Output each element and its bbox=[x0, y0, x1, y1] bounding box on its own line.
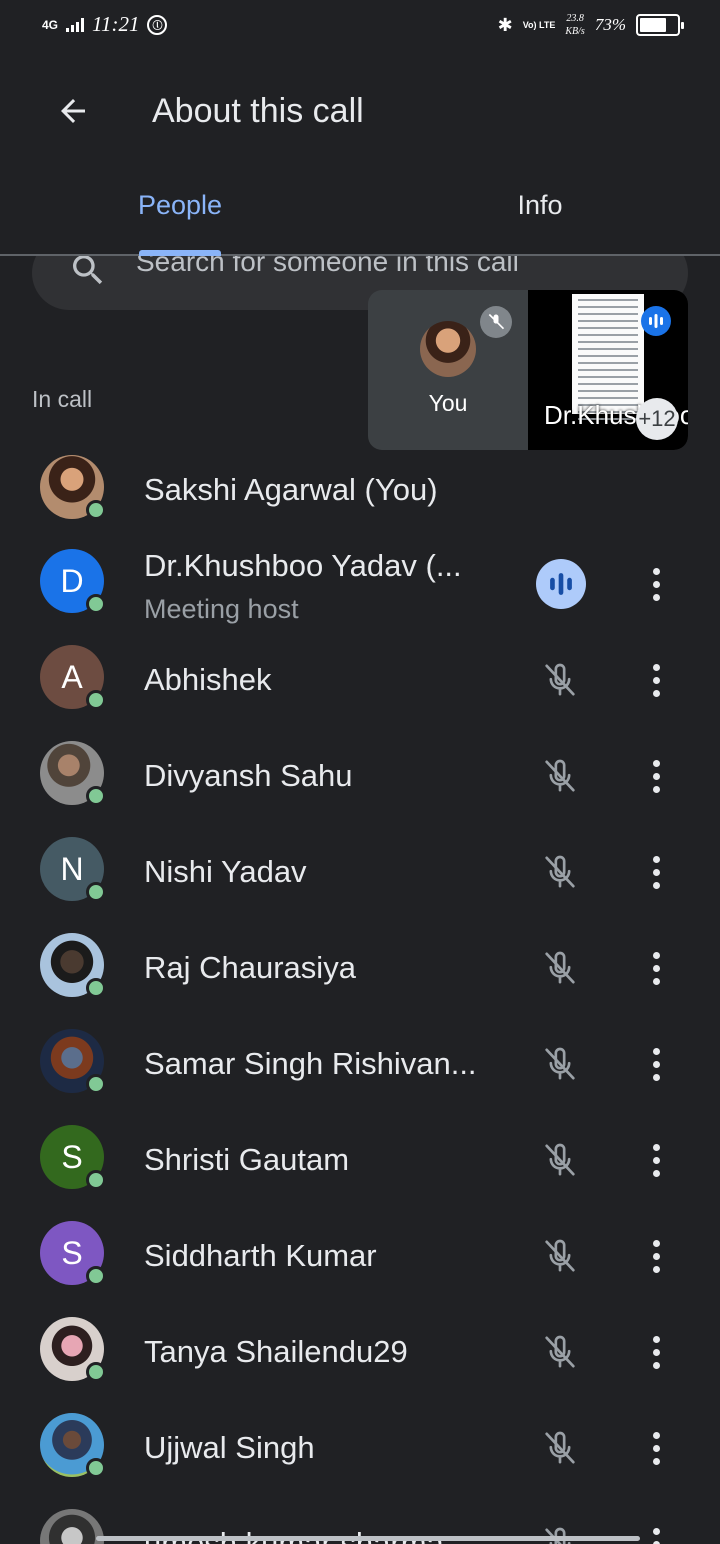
self-label: You bbox=[428, 390, 468, 416]
network-speed-unit: KB/s bbox=[565, 26, 585, 37]
self-avatar bbox=[420, 321, 476, 377]
participant-name: umesh kumar sharma bbox=[144, 1526, 444, 1544]
shared-screen-thumbnail bbox=[572, 294, 644, 420]
participant-name: Divyansh Sahu bbox=[144, 758, 353, 793]
online-status-dot bbox=[86, 1362, 106, 1382]
online-status-dot bbox=[86, 786, 106, 806]
more-options-icon[interactable] bbox=[640, 754, 672, 798]
online-status-dot bbox=[86, 882, 106, 902]
online-status-dot bbox=[86, 1266, 106, 1286]
online-status-dot bbox=[86, 1458, 106, 1478]
self-tile[interactable]: You bbox=[368, 290, 528, 450]
notification-icon: ⓛ bbox=[147, 14, 168, 35]
gesture-nav-bar[interactable] bbox=[96, 1536, 640, 1541]
online-status-dot bbox=[86, 978, 106, 998]
participant-name: Dr.Khushboo Yadav (... bbox=[144, 548, 462, 583]
participant-row[interactable]: Ujjwal Singh bbox=[0, 1400, 720, 1496]
volte-indicator: Vo) LTE bbox=[522, 19, 556, 30]
online-status-dot bbox=[86, 690, 106, 710]
signal-icon bbox=[66, 17, 85, 32]
avatar bbox=[40, 1509, 104, 1544]
online-status-dot bbox=[86, 1074, 106, 1094]
page-title: About this call bbox=[152, 92, 364, 130]
speaking-icon bbox=[536, 559, 586, 609]
participant-name: Raj Chaurasiya bbox=[144, 950, 356, 985]
section-label-in-call: In call bbox=[32, 386, 93, 412]
online-status-dot bbox=[86, 594, 106, 614]
back-button[interactable] bbox=[50, 88, 96, 134]
participant-name: Shristi Gautam bbox=[144, 1142, 350, 1177]
participant-name: Samar Singh Rishivan... bbox=[144, 1046, 477, 1081]
mic-off-icon[interactable] bbox=[538, 1426, 582, 1470]
participant-row[interactable]: Sakshi Agarwal (You) bbox=[0, 442, 720, 538]
mic-off-icon[interactable] bbox=[538, 658, 582, 702]
mic-off-icon[interactable] bbox=[538, 1234, 582, 1278]
participant-row[interactable]: S Shristi Gautam bbox=[0, 1112, 720, 1208]
participant-row[interactable]: Raj Chaurasiya bbox=[0, 920, 720, 1016]
arrow-back-icon bbox=[61, 99, 85, 123]
participant-name: Tanya Shailendu29 bbox=[144, 1334, 408, 1369]
more-options-icon[interactable] bbox=[640, 946, 672, 990]
participant-name: Abhishek bbox=[144, 662, 272, 697]
participant-name: Ujjwal Singh bbox=[144, 1430, 315, 1465]
more-participants-badge: +12 bbox=[636, 398, 678, 440]
battery-icon bbox=[636, 14, 684, 36]
battery-fill bbox=[640, 18, 667, 32]
network-speed: 23.8 KB/s bbox=[565, 12, 584, 38]
floating-call-preview[interactable]: You Dr.Khushboo +12 bbox=[368, 290, 688, 450]
more-options-icon[interactable] bbox=[640, 1042, 672, 1086]
more-options-icon[interactable] bbox=[640, 850, 672, 894]
mic-off-icon bbox=[480, 306, 512, 338]
participant-row[interactable]: N Nishi Yadav bbox=[0, 824, 720, 920]
more-options-icon[interactable] bbox=[640, 1426, 672, 1470]
mic-off-icon[interactable] bbox=[538, 1138, 582, 1182]
status-time: 11:21 bbox=[92, 12, 140, 36]
participant-name: Siddharth Kumar bbox=[144, 1238, 377, 1273]
presenter-tile[interactable]: Dr.Khushboo +12 bbox=[528, 290, 688, 450]
bluetooth-icon: ✱ bbox=[497, 14, 513, 35]
mic-off-icon[interactable] bbox=[538, 946, 582, 990]
more-options-icon[interactable] bbox=[640, 1138, 672, 1182]
speaking-icon bbox=[641, 306, 671, 336]
tab-indicator bbox=[139, 250, 221, 256]
status-bar: 4G 11:21 ⓛ ✱ Vo) LTE 23.8 KB/s 73% bbox=[0, 0, 720, 52]
more-options-icon[interactable] bbox=[640, 1234, 672, 1278]
participant-name: Nishi Yadav bbox=[144, 854, 307, 889]
participant-row[interactable]: Divyansh Sahu bbox=[0, 728, 720, 824]
participant-name: Sakshi Agarwal (You) bbox=[144, 472, 438, 507]
mic-off-icon[interactable] bbox=[538, 850, 582, 894]
more-options-icon[interactable] bbox=[640, 562, 672, 606]
battery-percent: 73% bbox=[594, 15, 626, 34]
tab-people[interactable]: People bbox=[100, 190, 260, 234]
tab-divider bbox=[0, 254, 720, 256]
online-status-dot bbox=[86, 1170, 106, 1190]
search-icon bbox=[73, 255, 103, 285]
participant-row[interactable]: D Dr.Khushboo Yadav (... Meeting host bbox=[0, 536, 720, 632]
more-options-icon[interactable] bbox=[640, 1522, 672, 1544]
mic-off-icon[interactable] bbox=[538, 1330, 582, 1374]
network-speed-value: 23.8 bbox=[566, 13, 584, 24]
mic-off-icon[interactable] bbox=[538, 1042, 582, 1086]
header-mask bbox=[0, 236, 720, 254]
participant-row[interactable]: A Abhishek bbox=[0, 632, 720, 728]
online-status-dot bbox=[86, 500, 106, 520]
tab-info[interactable]: Info bbox=[460, 190, 620, 234]
more-options-icon[interactable] bbox=[640, 1330, 672, 1374]
participant-row[interactable]: Samar Singh Rishivan... bbox=[0, 1016, 720, 1112]
mic-off-icon[interactable] bbox=[538, 754, 582, 798]
participant-role: Meeting host bbox=[144, 594, 299, 624]
participant-row[interactable]: Tanya Shailendu29 bbox=[0, 1304, 720, 1400]
participant-row[interactable]: S Siddharth Kumar bbox=[0, 1208, 720, 1304]
network-type: 4G bbox=[42, 17, 59, 32]
more-options-icon[interactable] bbox=[640, 658, 672, 702]
